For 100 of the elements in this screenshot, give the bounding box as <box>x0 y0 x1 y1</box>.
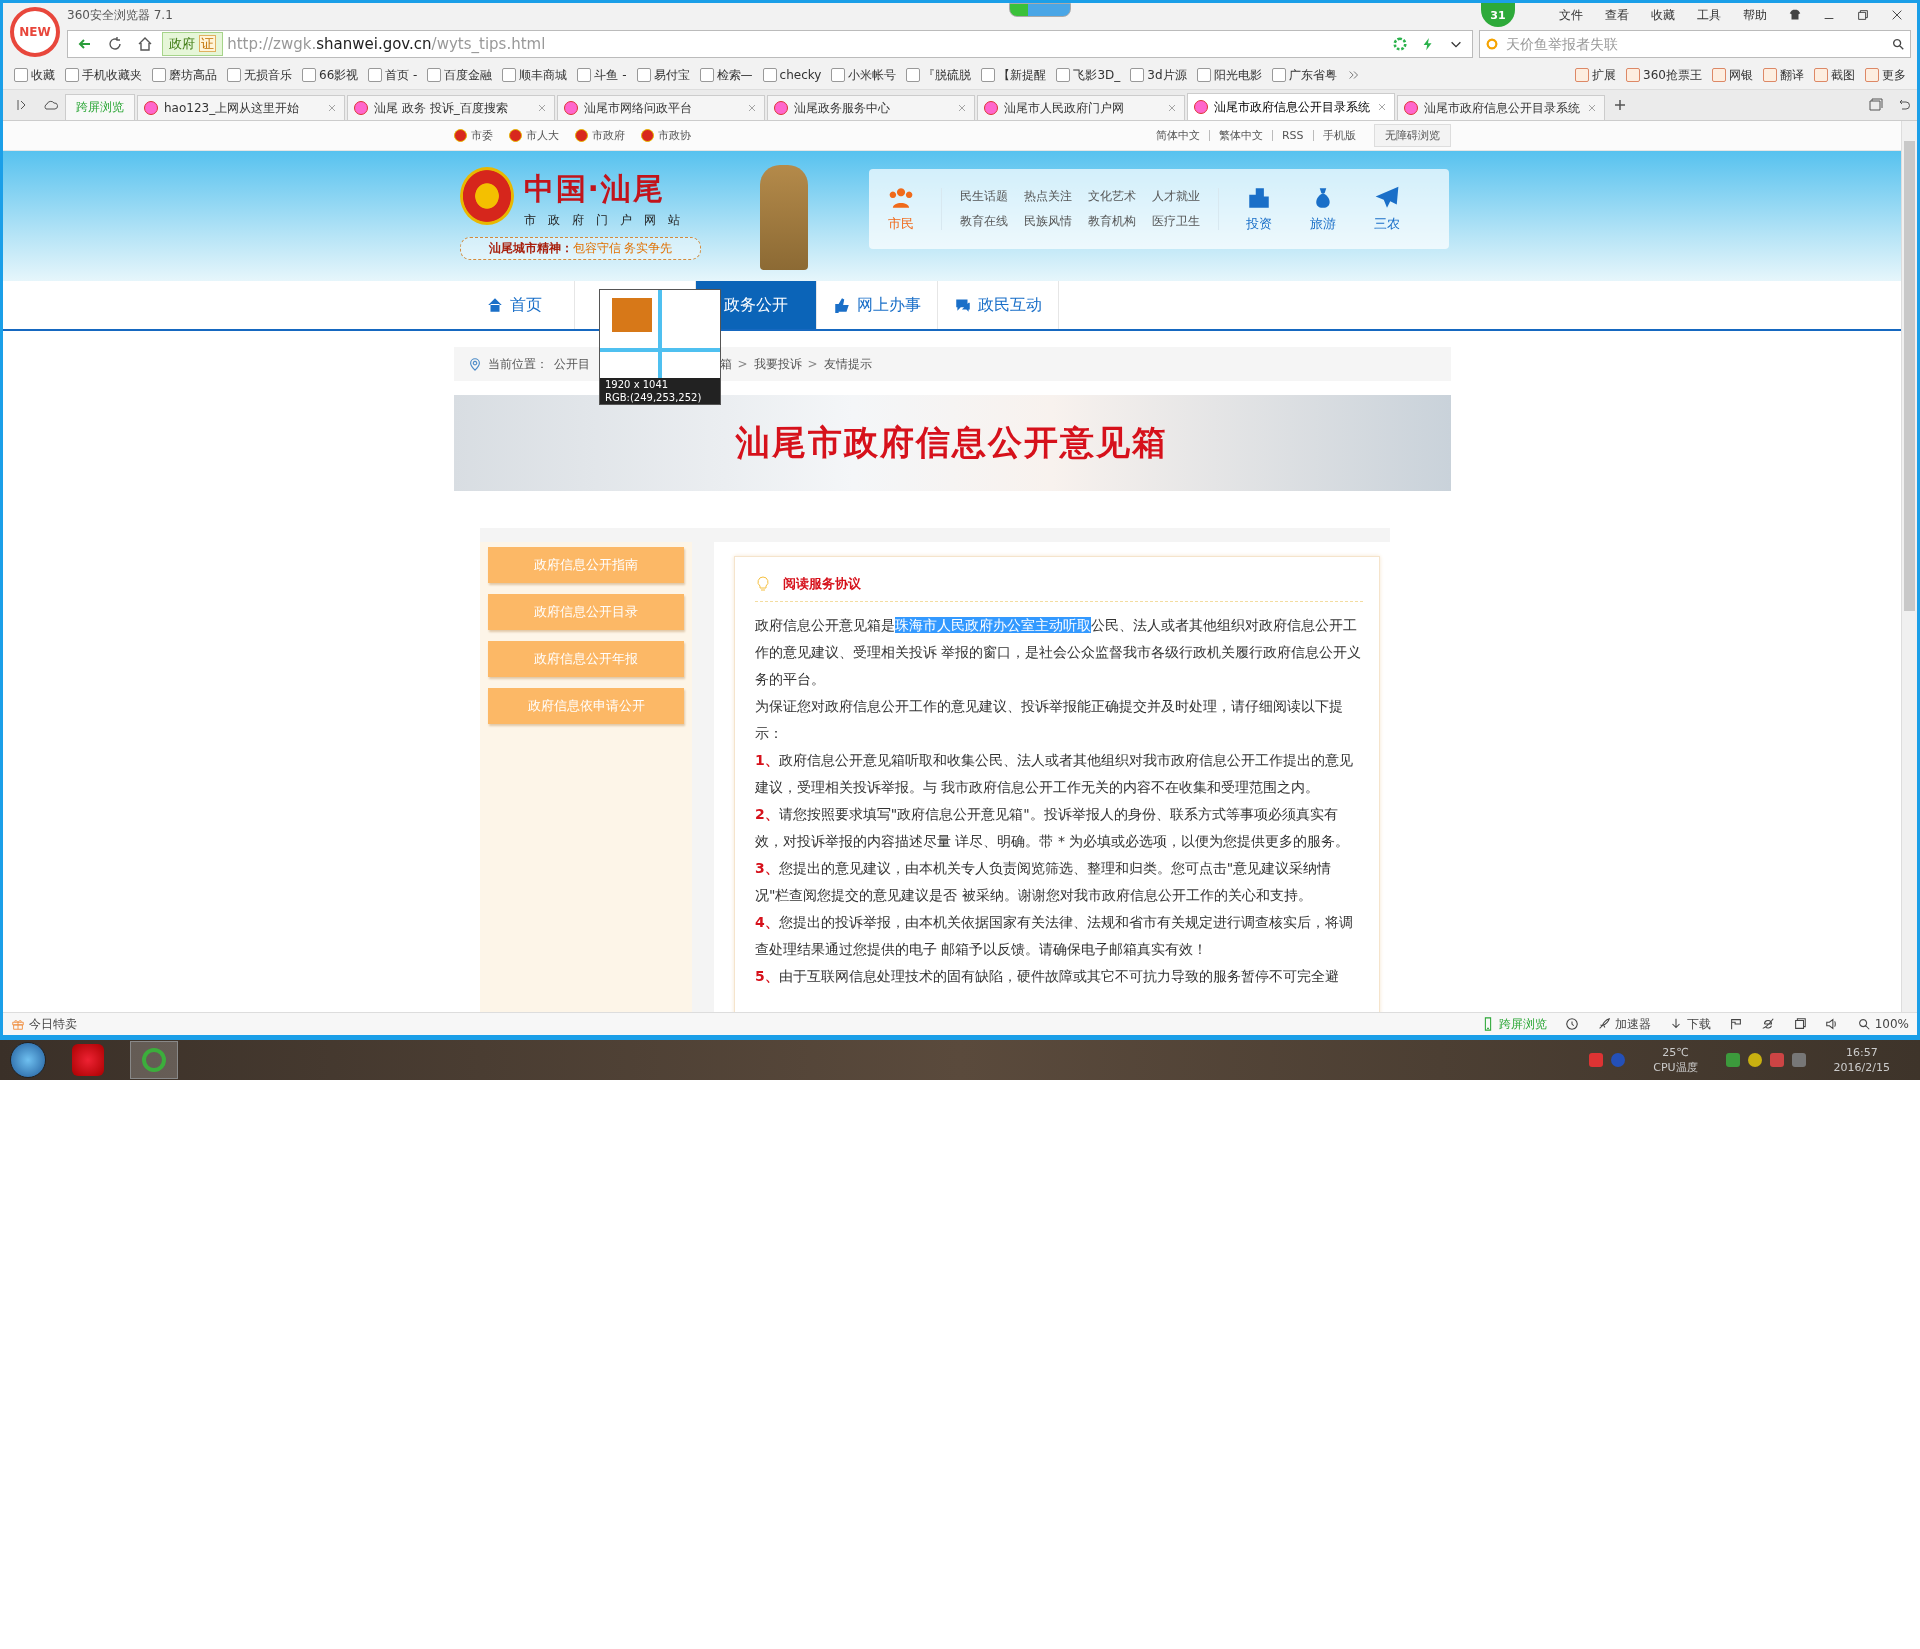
bookmark-link[interactable]: 『脱硫脱 <box>901 66 977 84</box>
breadcrumb-link[interactable]: 箱 <box>719 355 732 373</box>
portal-link[interactable]: 三农 <box>1354 185 1419 233</box>
language-link[interactable]: 简体中文 <box>1155 128 1200 143</box>
bookmark-link[interactable]: 斗鱼 - <box>572 66 632 84</box>
toolbar-button[interactable]: 网银 <box>1707 66 1758 84</box>
bookmark-link[interactable]: 小米帐号 <box>826 66 902 84</box>
menu-item[interactable]: 收藏 <box>1643 6 1683 24</box>
menu-item[interactable]: 文件 <box>1551 6 1591 24</box>
temperature-label: CPU温度 <box>1653 1060 1698 1075</box>
breadcrumb-link[interactable]: 公开目 <box>553 355 590 373</box>
bookmark-link[interactable]: 磨坊高品 <box>147 66 222 84</box>
top-link[interactable]: 市政协 <box>640 128 691 143</box>
bookmark-link[interactable]: 【新提醒 <box>976 66 1052 84</box>
site-icon <box>981 68 996 82</box>
topic-link[interactable]: 民族风情 <box>1023 213 1072 230</box>
clock-icon <box>1564 1017 1579 1031</box>
toolbar-button[interactable]: 翻译 <box>1758 66 1809 84</box>
topic-link[interactable]: 教育在线 <box>959 213 1008 230</box>
topic-link[interactable]: 医疗卫生 <box>1151 213 1200 230</box>
bookmark-link[interactable]: 飞影3D_ <box>1051 66 1126 84</box>
status-button[interactable]: 100% <box>1856 1017 1909 1031</box>
tool-icon <box>1626 68 1641 82</box>
breadcrumb-link[interactable]: 友情提示 <box>823 355 872 373</box>
system-clock[interactable]: 16:57 2016/2/15 <box>1833 1045 1890 1075</box>
toolbar-button[interactable]: 扩展 <box>1570 66 1622 84</box>
notice-item: 4、您提出的投诉举报，由本机关依据国家有关法律、法规和省市有关规定进行调查核实后，将调查处理结果通过您提供的电子 邮箱予以反馈。请确保电子邮箱真实有效！ <box>755 913 1354 959</box>
notice-item: 2、请您按照要求填写"政府信息公开意见箱"。投诉举报人的身份、联系方式等事项必须真实有效，对投诉举报的内容描述尽量 详尽、明确。带 * 为必填或必选项，以便为您提供更多的服务。 <box>755 805 1351 851</box>
portal-link[interactable]: 投资 <box>1226 185 1291 233</box>
top-link[interactable]: 市委 <box>453 128 493 143</box>
status-icon-button[interactable] <box>1564 1017 1579 1031</box>
breadcrumb-separator: > <box>737 357 748 371</box>
language-link[interactable]: 手机版 <box>1322 128 1356 143</box>
site-icon <box>227 68 241 82</box>
url-text[interactable]: http://zwgk.shanwei.gov.cn/wyts_tips.html <box>227 35 1384 53</box>
bookmark-link[interactable]: 检索— <box>694 66 758 84</box>
start-button[interactable] <box>10 1042 46 1078</box>
bookmark-link[interactable]: 无损音乐 <box>222 66 297 84</box>
bookmark-link[interactable]: 首页 - <box>363 66 423 84</box>
topic-link[interactable]: 教育机构 <box>1087 213 1136 230</box>
topic-link[interactable]: 文化艺术 <box>1087 188 1136 205</box>
window-title: 360安全浏览器 7.1 <box>67 6 173 24</box>
new-badge[interactable]: NEW <box>10 7 60 57</box>
scrollbar[interactable] <box>1901 121 1917 1012</box>
breadcrumb-link[interactable]: 我要投诉 <box>753 355 802 373</box>
toolbar-button[interactable]: 截图 <box>1809 66 1860 84</box>
search-icon <box>1856 1017 1871 1031</box>
topic-link[interactable]: 人才就业 <box>1151 188 1200 205</box>
menu-item[interactable]: 工具 <box>1689 6 1729 24</box>
bookmark-link[interactable]: 收藏 <box>9 66 60 84</box>
top-link[interactable]: 市人大 <box>508 128 559 143</box>
bookmark-link[interactable]: 百度金融 <box>422 66 498 84</box>
scroll-thumb[interactable] <box>1904 141 1915 611</box>
nav-tab[interactable]: 政民互动 <box>937 281 1059 329</box>
browser-tab[interactable]: 汕尾市人民政府门户网 <box>977 95 1185 120</box>
search-field[interactable]: 天价鱼举报者失联 <box>1479 30 1911 58</box>
menu-item[interactable]: 查看 <box>1597 6 1637 24</box>
topic-link[interactable]: 民生话题 <box>959 188 1008 205</box>
bookmark-link[interactable]: 3d片源 <box>1125 66 1192 84</box>
portal-link[interactable]: 旅游 <box>1290 185 1355 233</box>
topic-link[interactable]: 热点关注 <box>1023 188 1072 205</box>
bookmark-link[interactable]: 易付宝 <box>631 66 695 84</box>
bookmark-link[interactable]: 手机收藏夹 <box>60 66 147 84</box>
browser-tab[interactable]: 汕尾市网络问政平台 <box>557 95 765 120</box>
address-bar[interactable]: 政府 证 http://zwgk.shanwei.gov.cn/wyts_tips.html <box>67 30 1473 58</box>
site-verification-tag[interactable]: 政府 证 <box>162 32 224 56</box>
status-icon-button[interactable] <box>1792 1017 1807 1031</box>
browser-tab[interactable]: 汕尾市政府信息公开目录系统 <box>1187 93 1395 120</box>
progress-indicator-icon <box>1009 3 1071 17</box>
status-icon-button[interactable] <box>1728 1017 1743 1031</box>
site-icon <box>762 68 777 82</box>
status-link[interactable]: 今日特卖 <box>11 1015 77 1033</box>
browser-tab[interactable]: 汕尾 政务 投诉_百度搜索 <box>347 95 555 120</box>
tool-icon <box>1814 68 1828 82</box>
browser-tab[interactable]: 汕尾政务服务中心 <box>767 95 975 120</box>
browser-tab[interactable]: hao123_上网从这里开始 <box>137 95 345 120</box>
tool-icon <box>1763 68 1777 82</box>
status-icon-button[interactable] <box>1760 1017 1775 1031</box>
language-link[interactable]: RSS <box>1281 129 1304 142</box>
notice-item: 3、您提出的意见建议，由本机关专人负责阅览筛选、整理和归类。您可点击"意见建议采纳情况"栏查阅您提交的意见建议是否 被采纳。谢谢您对我市政府信息公开工作的关心和支持。 <box>755 859 1333 905</box>
status-button[interactable]: 下载 <box>1668 1015 1711 1033</box>
toolbar-button[interactable]: 360抢票王 <box>1621 66 1707 84</box>
bookmark-link[interactable]: 广东省粤 <box>1266 66 1342 84</box>
status-button[interactable]: 加速器 <box>1596 1015 1651 1033</box>
nav-tab[interactable]: 首页 <box>453 281 575 329</box>
menu-item[interactable]: 帮助 <box>1735 6 1775 24</box>
bookmark-link[interactable]: checky <box>757 68 827 82</box>
top-link[interactable]: 市政府 <box>574 128 625 143</box>
nav-tab[interactable]: 网上办事 <box>816 281 938 329</box>
accessibility-button[interactable]: 无障碍浏览 <box>1373 124 1451 147</box>
site-icon <box>1271 68 1286 82</box>
emblem-icon <box>574 129 588 142</box>
bookmark-link[interactable]: 阳光电影 <box>1191 66 1267 84</box>
bookmark-link[interactable]: 顺丰商城 <box>497 66 573 84</box>
bookmark-link[interactable]: 66影视 <box>297 66 364 84</box>
site-icon <box>1196 68 1211 82</box>
language-link[interactable]: 繁体中文 <box>1218 128 1263 143</box>
browser-app-icon[interactable] <box>130 1041 178 1079</box>
browser-tab[interactable]: 汕尾市政府信息公开目录系统 <box>1397 95 1605 120</box>
toolbar-button[interactable]: 更多 <box>1860 66 1911 84</box>
